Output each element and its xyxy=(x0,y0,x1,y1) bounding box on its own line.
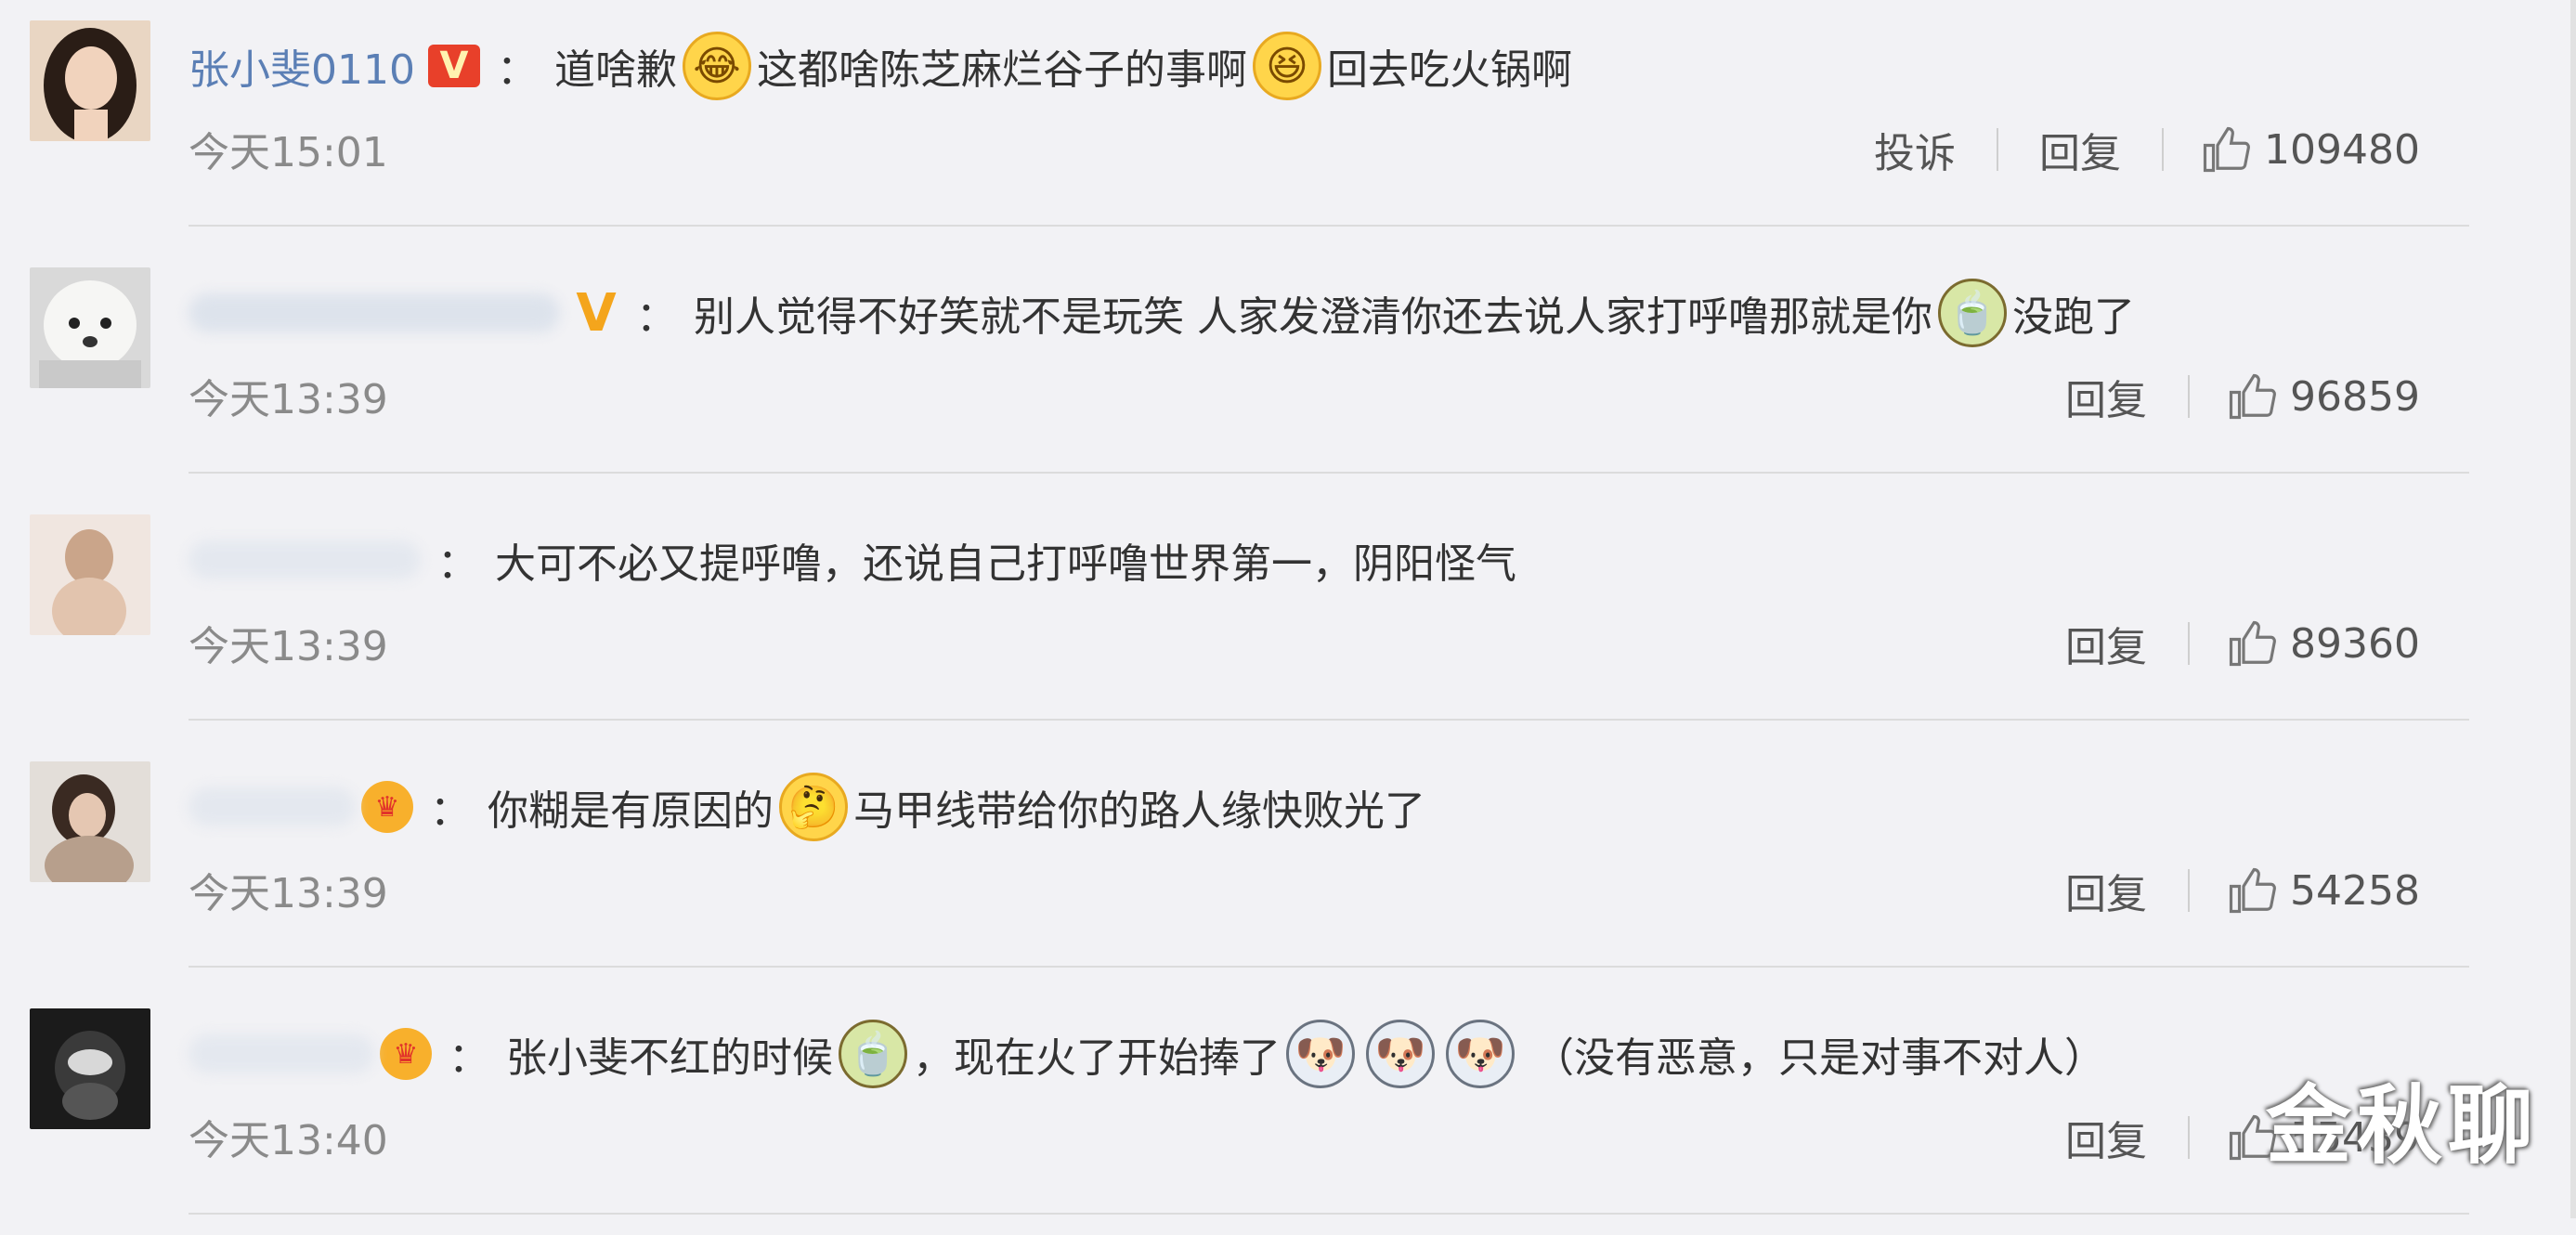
like-count: 89360 xyxy=(2290,619,2420,668)
comment-line: ： 大可不必又提呼噜，还说自己打呼噜世界第一，阴阳怪气 xyxy=(189,527,1516,592)
comment-item: ♛ ： 张小斐不红的时候 🍵 ，现在火了开始捧了 🐶 🐶 🐶 （没有恶意，只是对… xyxy=(0,988,2470,1235)
like-button[interactable]: 96859 xyxy=(2190,371,2470,422)
dog-emoji: 🐶 xyxy=(1366,1020,1435,1088)
comment-text: 你糊是有原因的 xyxy=(488,787,774,835)
username-blurred[interactable] xyxy=(189,787,356,826)
username[interactable]: 张小斐0110 xyxy=(189,36,415,96)
tea-emoji: 🍵 xyxy=(1937,279,2007,347)
comment-feed: 张小斐0110 V ： 道啥歉 😂 这都啥陈芝麻烂谷子的事啊 😆 回去吃火锅啊 … xyxy=(0,0,2470,1218)
reply-button[interactable]: 回复 xyxy=(1998,120,2162,179)
dog-emoji: 🐶 xyxy=(1446,1020,1515,1088)
comment-text: （没有恶意，只是对事不对人） xyxy=(1533,1034,2105,1082)
timestamp: 今天15:01 xyxy=(189,129,388,176)
comment-line: V ： 别人觉得不好笑就不是玩笑 人家发澄清你还去说人家打呼噜那就是你 🍵 没跑… xyxy=(189,279,2135,347)
timestamp: 今天13:39 xyxy=(189,870,388,917)
verified-v-icon: V xyxy=(427,45,480,87)
comment-actions: 投诉 回复 109480 xyxy=(1727,117,2470,182)
avatar[interactable] xyxy=(30,514,150,635)
reply-button[interactable]: 回复 xyxy=(2024,1108,2188,1167)
comment-item: 张小斐0110 V ： 道啥歉 😂 这都啥陈芝麻烂谷子的事啊 😆 回去吃火锅啊 … xyxy=(0,0,2470,247)
thumbs-up-icon xyxy=(2229,867,2276,914)
colon: ： xyxy=(449,1034,489,1082)
comment-divider xyxy=(189,225,2469,227)
reply-button[interactable]: 回复 xyxy=(2024,367,2188,426)
comment-line: 张小斐0110 V ： 道啥歉 😂 这都啥陈芝麻烂谷子的事啊 😆 回去吃火锅啊 xyxy=(189,32,1572,100)
timestamp: 今天13:39 xyxy=(189,376,388,423)
comment-item: ♛ ： 你糊是有原因的 🤔 马甲线带给你的路人缘快败光了 今天13:39 回复 … xyxy=(0,741,2470,988)
like-count: 54258 xyxy=(2290,866,2420,915)
comment-actions: 回复 89360 xyxy=(1727,611,2470,676)
username-blurred[interactable] xyxy=(189,293,560,332)
colon: ： xyxy=(430,787,471,835)
dog-emoji: 🐶 xyxy=(1286,1020,1355,1088)
avatar[interactable] xyxy=(30,761,150,882)
colon: ： xyxy=(636,293,677,341)
reply-button[interactable]: 回复 xyxy=(2024,861,2188,920)
reply-button[interactable]: 回复 xyxy=(2024,614,2188,673)
comment-text: 马甲线带给你的路人缘快败光了 xyxy=(853,787,1425,835)
colon: ： xyxy=(437,540,478,588)
like-count: 109480 xyxy=(2264,125,2420,174)
username-blurred[interactable] xyxy=(189,1034,374,1073)
comment-divider xyxy=(189,966,2469,968)
tea-emoji: 🍵 xyxy=(839,1020,907,1088)
comment-divider xyxy=(189,1213,2469,1215)
laugh-emoji: 😆 xyxy=(1252,32,1321,100)
comment-text: 道啥歉 xyxy=(553,46,677,94)
comment-item: V ： 别人觉得不好笑就不是玩笑 人家发澄清你还去说人家打呼噜那就是你 🍵 没跑… xyxy=(0,247,2470,494)
avatar[interactable] xyxy=(30,20,150,141)
comment-line: ♛ ： 张小斐不红的时候 🍵 ，现在火了开始捧了 🐶 🐶 🐶 （没有恶意，只是对… xyxy=(189,1020,2105,1088)
scrollbar[interactable] xyxy=(2570,0,2576,1218)
crown-icon: ♛ xyxy=(380,1028,432,1080)
comment-actions: 回复 54258 xyxy=(1727,858,2470,923)
thumbs-up-icon xyxy=(2229,373,2276,420)
colon: ： xyxy=(496,46,538,94)
avatar[interactable] xyxy=(30,267,150,388)
comment-divider xyxy=(189,472,2469,474)
comment-actions: 回复 96859 xyxy=(1727,364,2470,429)
comment-text: 没跑了 xyxy=(2011,293,2135,341)
username-blurred[interactable] xyxy=(189,540,421,579)
thumbs-up-icon xyxy=(2229,620,2276,667)
like-button[interactable]: 109480 xyxy=(2164,124,2470,175)
comment-divider xyxy=(189,719,2469,721)
comment-text: 回去吃火锅啊 xyxy=(1326,46,1572,94)
timestamp: 今天13:40 xyxy=(189,1117,388,1164)
thinking-emoji: 🤔 xyxy=(779,773,848,841)
comment-text: 别人觉得不好笑就不是玩笑 人家发澄清你还去说人家打呼噜那就是你 xyxy=(694,293,1932,341)
avatar[interactable] xyxy=(30,1008,150,1129)
verified-v-icon: V xyxy=(576,282,617,344)
comment-text: 大可不必又提呼噜，还说自己打呼噜世界第一，阴阳怪气 xyxy=(495,540,1516,588)
timestamp: 今天13:39 xyxy=(189,623,388,670)
comment-text: 张小斐不红的时候 xyxy=(506,1034,833,1082)
like-button[interactable]: 89360 xyxy=(2190,618,2470,669)
comment-text: 这都啥陈芝麻烂谷子的事啊 xyxy=(756,46,1247,94)
like-count: 96859 xyxy=(2290,372,2420,421)
comment-item: ： 大可不必又提呼噜，还说自己打呼噜世界第一，阴阳怪气 今天13:39 回复 8… xyxy=(0,494,2470,741)
comment-line: ♛ ： 你糊是有原因的 🤔 马甲线带给你的路人缘快败光了 xyxy=(189,773,1425,841)
crown-icon: ♛ xyxy=(361,781,413,833)
report-button[interactable]: 投诉 xyxy=(1833,120,1997,179)
cry-laugh-emoji: 😂 xyxy=(682,32,751,100)
thumbs-up-icon xyxy=(2203,126,2250,173)
comment-text: ，现在火了开始捧了 xyxy=(913,1034,1281,1082)
watermark: 金秋聊 xyxy=(2265,1076,2539,1176)
like-button[interactable]: 54258 xyxy=(2190,865,2470,916)
